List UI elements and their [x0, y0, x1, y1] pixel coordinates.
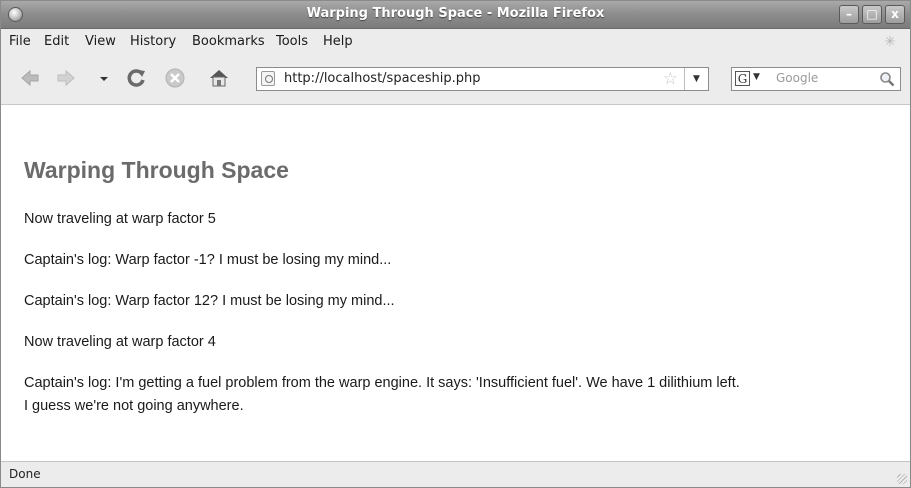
search-engine-icon[interactable]: G [735, 71, 750, 86]
firefox-app-icon[interactable] [8, 7, 23, 22]
search-input[interactable]: Google [776, 71, 818, 85]
reload-button[interactable] [125, 67, 147, 89]
close-button[interactable]: x [885, 5, 905, 24]
menu-history[interactable]: History [130, 34, 176, 49]
menu-bookmarks[interactable]: Bookmarks [192, 34, 265, 49]
window-controls: – □ x [839, 5, 905, 25]
forward-button[interactable] [55, 67, 77, 89]
menu-edit[interactable]: Edit [44, 34, 69, 49]
throbber-icon: ✳ [884, 34, 896, 50]
navigation-toolbar: http://localhost/spaceship.php ☆ ▼ G ▼ G… [1, 55, 910, 105]
forward-arrow-icon [57, 69, 75, 87]
history-dropdown-icon [100, 77, 108, 81]
status-bar: Done [1, 461, 910, 487]
minimize-button[interactable]: – [839, 5, 859, 24]
search-bar[interactable]: G ▼ Google [731, 67, 901, 91]
menu-tools[interactable]: Tools [276, 34, 308, 49]
log-line: Now traveling at warp factor 4 [24, 334, 216, 350]
maximize-button[interactable]: □ [862, 5, 882, 24]
url-input[interactable]: http://localhost/spaceship.php [284, 71, 480, 86]
menu-file[interactable]: File [9, 34, 31, 49]
site-identity-icon[interactable] [261, 71, 275, 86]
page-heading: Warping Through Space [24, 157, 289, 183]
menu-help[interactable]: Help [323, 34, 353, 49]
title-bar[interactable]: Warping Through Space - Mozilla Firefox … [1, 1, 910, 29]
log-line: I guess we're not going anywhere. [24, 398, 244, 414]
browser-window: Warping Through Space - Mozilla Firefox … [0, 0, 911, 488]
url-dropdown-button[interactable]: ▼ [684, 68, 708, 90]
home-icon [210, 70, 228, 87]
back-arrow-icon [21, 69, 39, 87]
log-line: Captain's log: Warp factor 12? I must be… [24, 293, 395, 309]
url-bar[interactable]: http://localhost/spaceship.php ☆ ▼ [256, 67, 709, 91]
log-line: Now traveling at warp factor 5 [24, 211, 216, 227]
menu-bar: File Edit View History Bookmarks Tools H… [1, 29, 910, 55]
page-content: Warping Through Space Now traveling at w… [1, 105, 910, 461]
stop-button[interactable] [164, 67, 186, 89]
stop-icon [165, 68, 185, 88]
status-text: Done [9, 467, 41, 481]
home-button[interactable] [208, 67, 230, 89]
bookmark-star-icon[interactable]: ☆ [663, 69, 678, 89]
search-engine-dropdown-icon[interactable]: ▼ [753, 72, 760, 82]
reload-icon [127, 69, 145, 87]
log-line: Captain's log: I'm getting a fuel proble… [24, 375, 740, 391]
back-button[interactable] [19, 67, 41, 89]
history-dropdown-button[interactable] [98, 67, 110, 89]
magnifier-icon[interactable] [879, 71, 895, 87]
resize-grip-icon[interactable] [897, 474, 907, 484]
menu-view[interactable]: View [85, 34, 116, 49]
log-line: Captain's log: Warp factor -1? I must be… [24, 252, 392, 268]
window-title: Warping Through Space - Mozilla Firefox [306, 6, 605, 21]
